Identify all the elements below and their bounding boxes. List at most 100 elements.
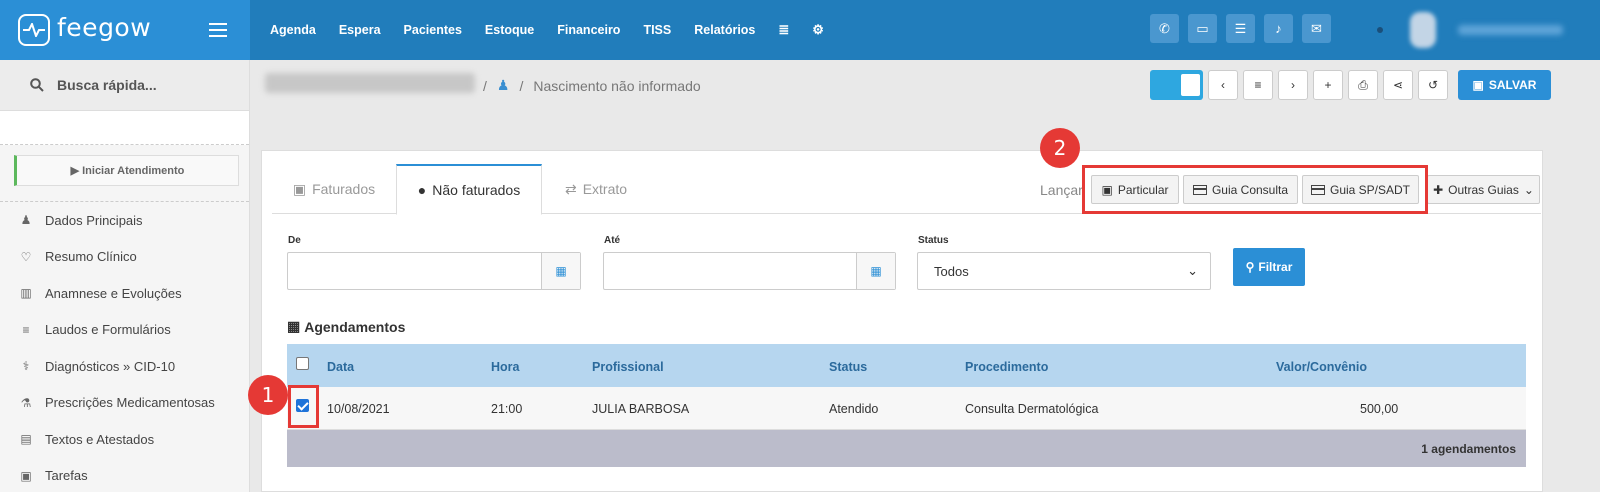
calendar-icon[interactable]: ▦	[856, 253, 895, 289]
calendar-icon[interactable]: ▦	[541, 253, 580, 289]
cell-profissional: JULIA BARBOSA	[592, 402, 690, 416]
col-data[interactable]: Data	[327, 360, 354, 374]
breadcrumb-separator: /	[519, 77, 524, 94]
sidebar-menu: ♟ Dados Principais ♡ Resumo Clínico ▥ Anamn…	[0, 202, 249, 492]
col-profissional[interactable]: Profissional	[592, 360, 664, 374]
phone-icon[interactable]: ✆	[1150, 14, 1179, 43]
sidebar-item-prescricoes[interactable]: ⚗ Prescrições Medicamentosas	[0, 385, 249, 422]
floppy-icon: ▣	[1472, 78, 1484, 92]
col-valor[interactable]: Valor/Convênio	[1276, 360, 1367, 374]
task-icon: ▣	[20, 468, 32, 483]
sidebar-item-textos[interactable]: ▤ Textos e Atestados	[0, 421, 249, 458]
chat-icon[interactable]: ✉	[1302, 14, 1331, 43]
list-icon[interactable]: ≡	[1243, 70, 1273, 100]
cell-hora: 21:00	[491, 402, 523, 416]
cell-valor: 500,00	[1360, 402, 1399, 416]
logo-icon	[18, 14, 50, 46]
person-icon: ♟	[496, 77, 510, 93]
alert-icon: ●	[417, 182, 427, 198]
nav-espera[interactable]: Espera	[339, 23, 381, 37]
save-button[interactable]: ▣ SALVAR	[1458, 70, 1551, 100]
gear-icon[interactable]: ⚙	[812, 22, 824, 38]
history-icon[interactable]: ↺	[1418, 70, 1448, 100]
tab-faturados[interactable]: ▣ Faturados	[272, 164, 396, 214]
appointments-count: 1 agendamentos	[1421, 442, 1516, 456]
breadcrumb-separator: /	[483, 77, 487, 94]
bell-icon[interactable]: ♪	[1264, 14, 1293, 43]
highlight-box-guides	[1082, 165, 1428, 214]
nav-tiss[interactable]: TISS	[643, 23, 671, 37]
cell-data: 10/08/2021	[327, 402, 390, 416]
highlight-box-checkbox	[288, 385, 319, 428]
user-name-blurred[interactable]	[1458, 25, 1563, 35]
sidebar-item-anamnese[interactable]: ▥ Anamnese e Evoluções	[0, 275, 249, 312]
calendar-icon: ▦	[287, 318, 301, 334]
list-icon: ≡	[22, 322, 30, 337]
document-icon: ▤	[20, 432, 32, 447]
nav-relatorios[interactable]: Relatórios	[694, 23, 755, 37]
chevron-left-icon[interactable]: ‹	[1208, 70, 1238, 100]
col-procedimento[interactable]: Procedimento	[965, 360, 1048, 374]
step-marker-1: 1	[248, 375, 288, 415]
col-hora[interactable]: Hora	[491, 360, 519, 374]
sidebar-blank	[0, 110, 249, 145]
status-select[interactable]: Todos ⌄	[917, 252, 1211, 290]
search-icon: ⚲	[1245, 260, 1255, 274]
cell-status: Atendido	[829, 402, 879, 416]
print-icon[interactable]: ⎙	[1348, 70, 1378, 100]
database-icon[interactable]: ≣	[778, 22, 789, 38]
start-attendance-button[interactable]: ▶ Iniciar Atendimento	[14, 155, 239, 186]
card-icon[interactable]: ☰	[1226, 14, 1255, 43]
view-toggle[interactable]	[1150, 70, 1203, 100]
breadcrumb: / ♟ / Nascimento não informado	[483, 77, 701, 94]
logo-text[interactable]: feegow	[57, 13, 151, 42]
de-date-input[interactable]: ▦	[287, 252, 581, 290]
search-placeholder: Busca rápida...	[57, 77, 157, 93]
tab-nao-faturados[interactable]: ● Não faturados	[396, 164, 542, 215]
status-dot	[1377, 27, 1383, 33]
inbox-icon[interactable]: ▭	[1188, 14, 1217, 43]
select-all-checkbox[interactable]	[296, 357, 309, 370]
sidebar-item-resumo-clinico[interactable]: ♡ Resumo Clínico	[0, 239, 249, 276]
nav-pacientes[interactable]: Pacientes	[404, 23, 462, 37]
flask-icon: ⚗	[20, 395, 32, 410]
chart-icon: ▥	[20, 286, 32, 301]
ate-label: Até	[604, 235, 621, 246]
chevron-down-icon: ⌄	[1523, 182, 1534, 197]
ate-date-input[interactable]: ▦	[603, 252, 896, 290]
sidebar-item-dados-principais[interactable]: ♟ Dados Principais	[0, 202, 249, 239]
tab-extrato[interactable]: ⇄ Extrato	[542, 164, 650, 214]
sidebar: Busca rápida... ▶ Iniciar Atendimento ♟ D…	[0, 60, 250, 492]
step-marker-2: 2	[1040, 128, 1080, 168]
nav-agenda[interactable]: Agenda	[270, 23, 316, 37]
plus-icon[interactable]: +	[1313, 70, 1343, 100]
filter-button[interactable]: ⚲ Filtrar	[1233, 248, 1305, 286]
de-label: De	[288, 235, 301, 246]
logo-area: feegow	[0, 0, 250, 60]
money-icon: ▣	[292, 180, 307, 197]
nav-estoque[interactable]: Estoque	[485, 23, 534, 37]
sidebar-item-tarefas[interactable]: ▣ Tarefas	[0, 458, 249, 492]
hamburger-menu-icon[interactable]	[209, 23, 227, 37]
exchange-icon: ⇄	[564, 180, 577, 197]
top-nav: Agenda Espera Pacientes Estoque Financei…	[270, 0, 824, 60]
patient-bar: / ♟ / Nascimento não informado ‹ ≡ › + ⎙…	[250, 60, 1600, 115]
patient-name-blurred	[265, 73, 475, 93]
avatar[interactable]	[1410, 12, 1436, 48]
quick-search[interactable]: Busca rápida...	[0, 60, 249, 110]
nav-financeiro[interactable]: Financeiro	[557, 23, 620, 37]
col-status[interactable]: Status	[829, 360, 867, 374]
share-icon[interactable]: ⋖	[1383, 70, 1413, 100]
top-bar: feegow Agenda Espera Pacientes Estoque F…	[0, 0, 1600, 60]
search-icon	[30, 78, 44, 92]
sidebar-item-diagnosticos[interactable]: ⚕ Diagnósticos » CID-10	[0, 348, 249, 385]
outras-guias-button[interactable]: ✚ Outras Guias ⌄	[1427, 175, 1540, 204]
chevron-down-icon: ⌄	[1187, 263, 1198, 278]
table-row[interactable]: 10/08/2021 21:00 JULIA BARBOSA Atendido …	[287, 387, 1526, 430]
sidebar-item-laudos[interactable]: ≡ Laudos e Formulários	[0, 312, 249, 349]
launch-label: Lançar	[1040, 182, 1083, 198]
table-footer: 1 agendamentos	[287, 430, 1526, 467]
status-label: Status	[918, 235, 949, 246]
heart-icon: ♡	[20, 249, 32, 264]
chevron-right-icon[interactable]: ›	[1278, 70, 1308, 100]
